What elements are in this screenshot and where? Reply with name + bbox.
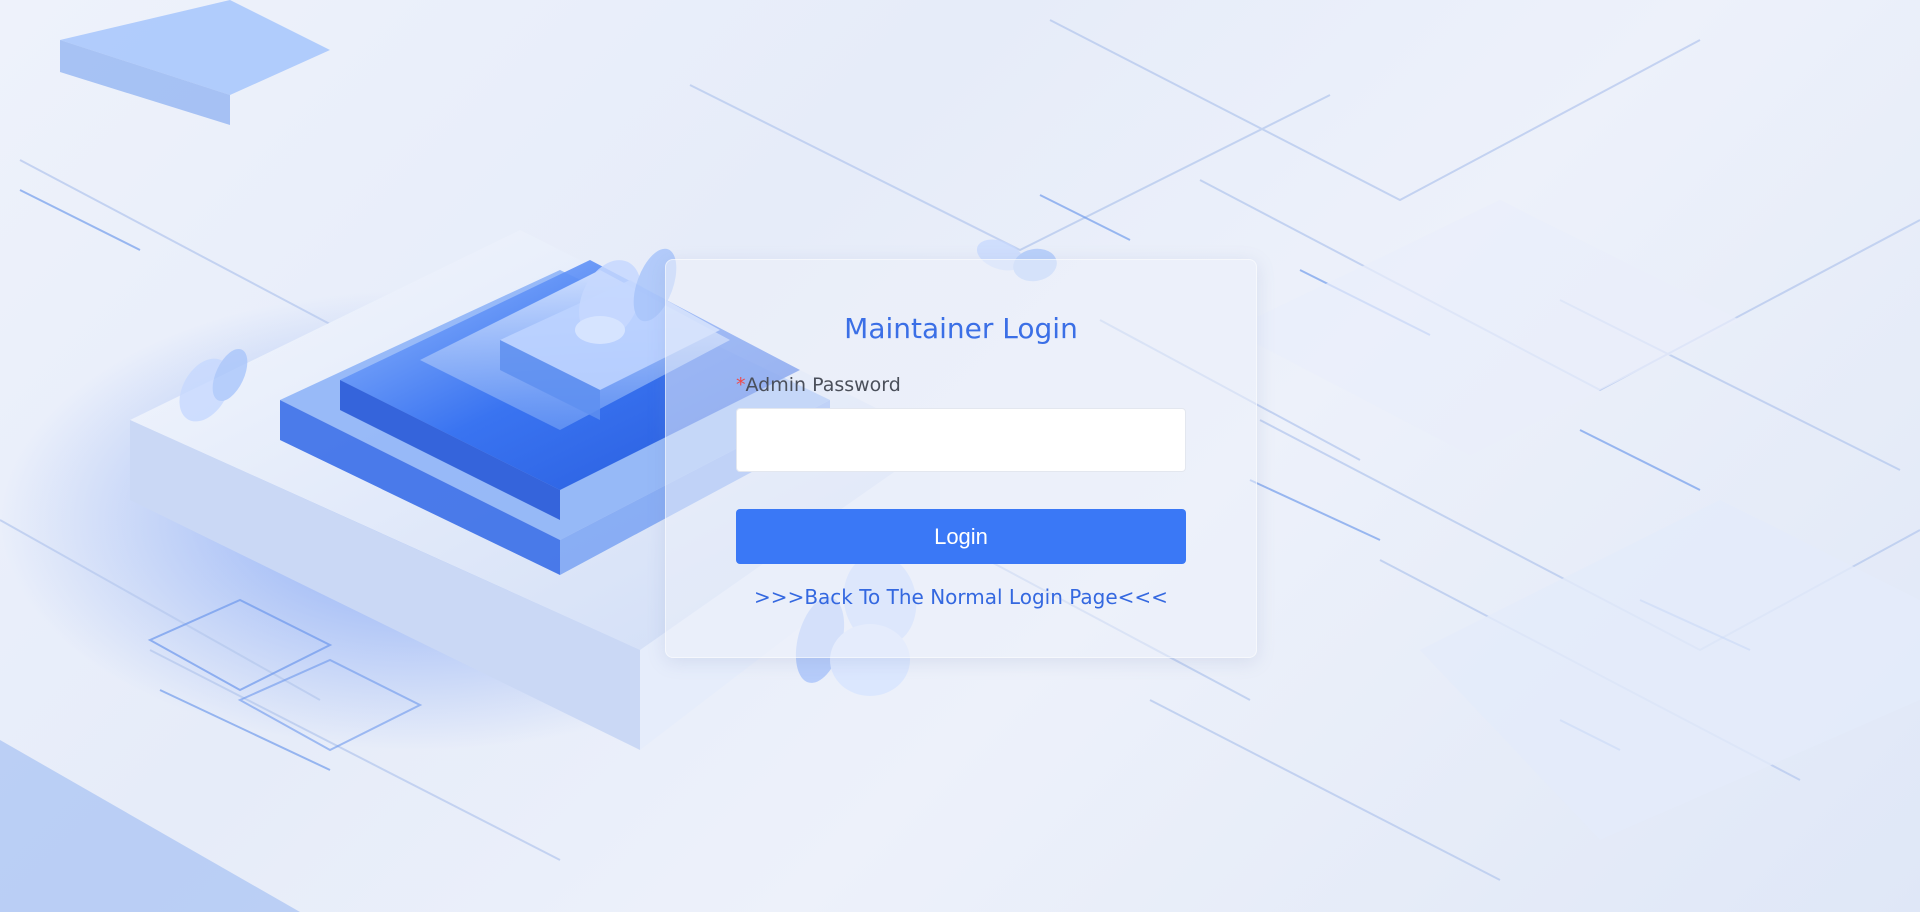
bottom-left-corner-panel — [0, 740, 300, 912]
back-to-normal-login-link[interactable]: >>>Back To The Normal Login Page<<< — [666, 585, 1256, 609]
right-panel-1 — [1420, 500, 1920, 840]
required-mark: * — [736, 374, 746, 396]
login-page: Maintainer Login *Admin Password Login >… — [0, 0, 1920, 912]
page-title: Maintainer Login — [844, 312, 1078, 345]
admin-password-label: *Admin Password — [736, 374, 901, 396]
login-button[interactable]: Login — [736, 509, 1186, 564]
admin-password-input[interactable] — [736, 408, 1186, 472]
right-panel-2 — [1230, 200, 1740, 455]
login-card: Maintainer Login *Admin Password Login >… — [665, 259, 1257, 658]
admin-password-label-text: Admin Password — [745, 374, 901, 396]
